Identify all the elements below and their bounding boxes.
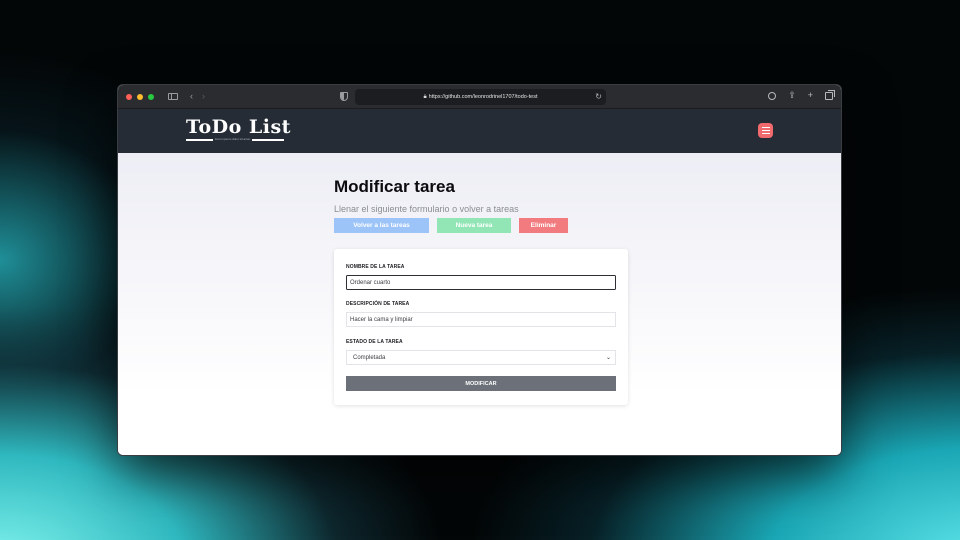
address-bar-url: https://github.com/leonrodrinel1707/todo… bbox=[428, 94, 538, 100]
toolbar-actions: ⇪ + bbox=[768, 89, 835, 100]
tab-overview-icon[interactable] bbox=[825, 89, 835, 100]
privacy-shield-icon[interactable] bbox=[340, 92, 348, 101]
new-task-button[interactable]: Nueva tarea bbox=[437, 218, 511, 233]
task-name-label: NOMBRE DE LA TAREA bbox=[346, 264, 405, 270]
page-subtitle: Llenar el siguiente formulario o volver … bbox=[334, 204, 519, 214]
hamburger-menu-icon bbox=[761, 127, 770, 128]
modify-submit-button[interactable]: MODIFICAR bbox=[346, 376, 616, 391]
page-title: Modificar tarea bbox=[334, 177, 455, 196]
chevron-down-icon: ⌄ bbox=[605, 355, 611, 361]
task-status-value: Completada bbox=[353, 354, 386, 361]
share-icon[interactable]: ⇪ bbox=[788, 91, 796, 100]
back-to-tasks-button[interactable]: Volver a las tareas bbox=[334, 218, 429, 233]
task-description-input[interactable]: Hacer la cama y limpiar bbox=[346, 312, 616, 327]
app-logo[interactable]: ToDo List lorem ipsum dolor sit amet bbox=[186, 118, 291, 141]
minimize-window-button[interactable] bbox=[137, 93, 143, 100]
task-status-select[interactable]: Completada ⌄ bbox=[346, 350, 616, 365]
task-name-value: Ordenar cuarto bbox=[350, 279, 391, 286]
back-arrow-icon[interactable]: ‹ bbox=[190, 92, 193, 101]
browser-toolbar: ‹ › 🔒︎ https://github.com/leonrodrinel17… bbox=[118, 85, 841, 109]
downloads-icon[interactable] bbox=[768, 91, 777, 100]
lock-icon: 🔒︎ bbox=[423, 93, 427, 100]
sidebar-toggle-icon[interactable] bbox=[168, 93, 178, 100]
task-status-label: ESTADO DE LA TAREA bbox=[346, 339, 403, 345]
app-header: ToDo List lorem ipsum dolor sit amet bbox=[118, 109, 841, 153]
maximize-window-button[interactable] bbox=[148, 93, 154, 100]
forward-arrow-icon[interactable]: › bbox=[202, 92, 205, 101]
action-buttons: Volver a las tareas Nueva tarea Eliminar bbox=[334, 218, 568, 233]
reload-icon[interactable]: ↻ bbox=[595, 92, 602, 101]
task-description-label: DESCRIPCIÓN DE TAREA bbox=[346, 301, 410, 307]
close-window-button[interactable] bbox=[126, 93, 132, 100]
window-controls bbox=[126, 93, 154, 100]
task-description-value: Hacer la cama y limpiar bbox=[350, 316, 413, 323]
delete-task-button[interactable]: Eliminar bbox=[519, 218, 568, 233]
task-name-input[interactable]: Ordenar cuarto bbox=[346, 275, 616, 290]
hamburger-menu-button[interactable] bbox=[758, 123, 773, 138]
address-bar[interactable]: 🔒︎ https://github.com/leonrodrinel1707/t… bbox=[355, 89, 606, 105]
browser-window: ‹ › 🔒︎ https://github.com/leonrodrinel17… bbox=[117, 84, 842, 456]
logo-title: ToDo List bbox=[186, 116, 291, 138]
edit-task-form: NOMBRE DE LA TAREA Ordenar cuarto DESCRI… bbox=[334, 249, 628, 405]
logo-subtitle: lorem ipsum dolor sit amet bbox=[213, 137, 253, 141]
logo-underline: lorem ipsum dolor sit amet bbox=[186, 137, 284, 141]
main-content: Modificar tarea Llenar el siguiente form… bbox=[118, 153, 841, 455]
new-tab-icon[interactable]: + bbox=[808, 91, 813, 100]
